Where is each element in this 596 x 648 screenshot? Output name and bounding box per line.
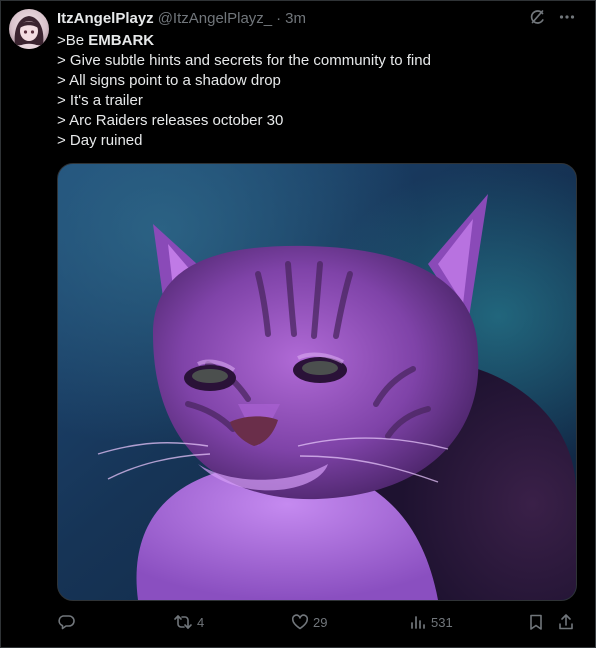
share-icon [557,613,575,631]
tweet-line: > It's a trailer [57,92,143,109]
avatar[interactable] [9,9,49,49]
tweet-line: >Be EMBARK [57,31,577,51]
top-right-controls [528,8,576,26]
tweet-line: > Day ruined [57,132,143,149]
tweet-line: > Give subtle hints and secrets for the … [57,52,431,69]
bookmark-icon [527,613,545,631]
grok-icon[interactable] [528,8,546,26]
bookmark-button[interactable] [527,611,549,633]
retweet-button[interactable]: 4 [173,611,204,633]
tweet-line: > All signs point to a shadow drop [57,72,281,89]
views-button[interactable]: 531 [409,611,453,633]
tweet-media-image[interactable] [57,163,577,601]
like-count: 29 [313,614,328,630]
like-button[interactable]: 29 [291,611,327,633]
retweet-icon [173,613,193,631]
tweet-line-bold: EMBARK [88,32,155,49]
share-button[interactable] [557,611,579,633]
reply-icon [57,613,75,631]
more-icon[interactable] [558,8,576,26]
views-icon [409,613,427,631]
tweet-actions-bar: 4 29 531 [57,611,577,633]
tweet-text: >Be EMBARK > Give subtle hints and secre… [57,31,577,151]
heart-icon [291,613,309,631]
reply-button[interactable] [57,611,79,633]
display-name[interactable]: ItzAngelPlayz [57,10,154,27]
tweet-line-text: >Be [57,32,89,49]
view-count: 531 [431,614,453,630]
tweet-line: > Arc Raiders releases october 30 [57,112,284,129]
user-handle[interactable]: @ItzAngelPlayz_ [158,10,272,27]
retweet-count: 4 [197,614,205,630]
timestamp[interactable]: 3m [285,10,306,27]
tweet-header: ItzAngelPlayz @ItzAngelPlayz_ · 3m [57,7,306,29]
separator-dot: · [276,9,282,27]
